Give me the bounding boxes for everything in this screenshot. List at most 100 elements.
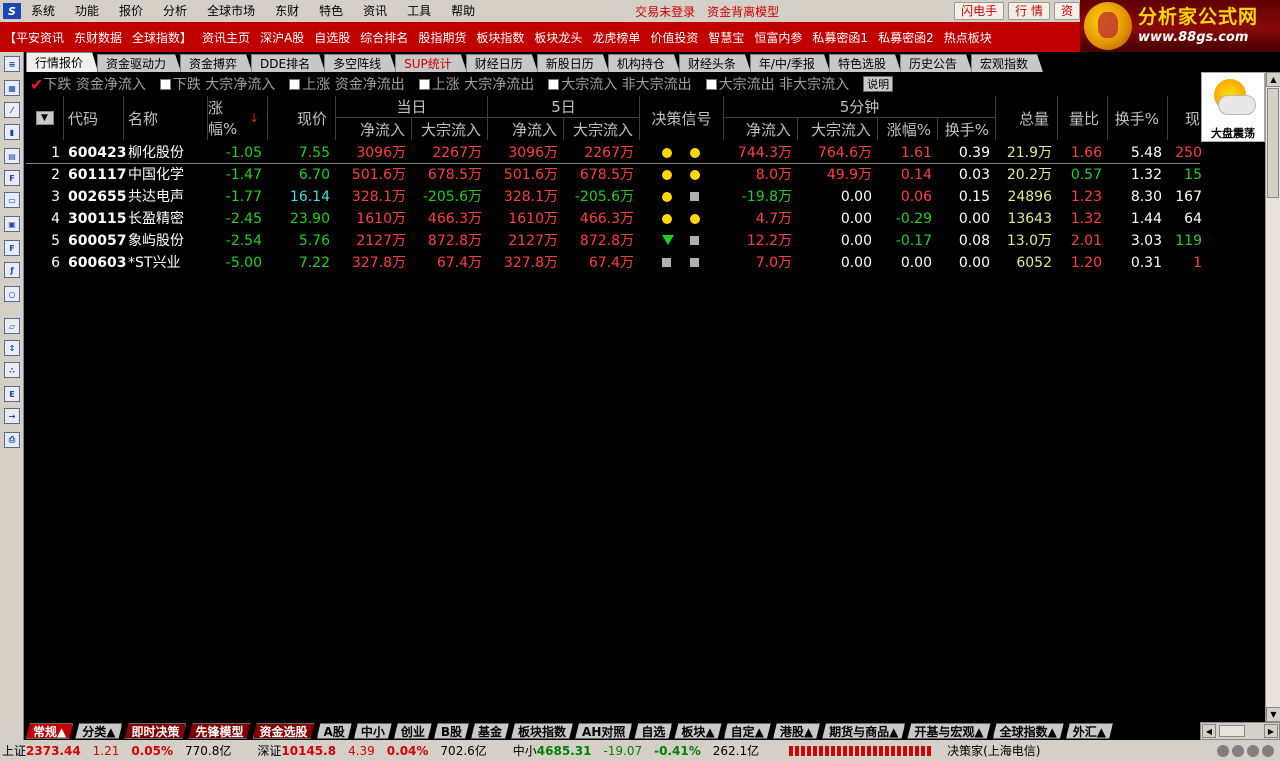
search-icon[interactable]: ○ <box>4 286 20 302</box>
btab-a-shares[interactable]: A股 <box>317 723 352 739</box>
filter-fall-block-inflow[interactable]: 下跌 大宗净流入 <box>158 74 275 94</box>
filter-block-in-nonblock-out[interactable]: 大宗流入 非大宗流出 <box>546 74 692 94</box>
menu-analysis[interactable]: 分析 <box>153 0 197 22</box>
fund-divergence-link[interactable]: 资金背离模型 <box>707 3 779 20</box>
checkbox[interactable] <box>418 78 430 90</box>
link-pingan-info[interactable]: 【平安资讯 <box>0 29 69 46</box>
btab-funds[interactable]: 基金 <box>471 723 509 739</box>
checkbox[interactable] <box>548 78 560 90</box>
tab-fund-drive[interactable]: 资金驱动力 <box>97 54 181 72</box>
explain-button[interactable]: 说明 <box>863 76 894 92</box>
table-row[interactable]: 5 600057 象屿股份 -2.54 5.76 2127万 872.8万 2127万 872.… <box>26 230 1202 252</box>
vertical-scrollbar[interactable]: ▲ ▼ <box>1265 72 1280 722</box>
tab-bull-bear[interactable]: 多空阵线 <box>324 54 396 72</box>
market-weather-widget[interactable]: 大盘震荡 <box>1201 72 1265 142</box>
header-today-net[interactable]: 净流入 <box>336 118 412 140</box>
header-5min-change[interactable]: 涨幅% <box>878 118 938 140</box>
trade-login-link[interactable]: 交易未登录 <box>635 3 695 20</box>
btab-hk-stocks[interactable]: 港股▲ <box>773 723 820 739</box>
checkbox[interactable] <box>705 78 717 90</box>
link-dragon-tiger[interactable]: 龙虎榜单 <box>587 29 645 46</box>
etf-icon[interactable]: E <box>4 386 20 402</box>
menu-system[interactable]: 系统 <box>25 0 65 22</box>
tab-ipo-calendar[interactable]: 新股日历 <box>537 54 609 72</box>
filter-fall-fund-inflow[interactable]: ✔ 下跌 资金净流入 <box>26 74 146 94</box>
menu-global-market[interactable]: 全球市场 <box>197 0 265 22</box>
btab-futures[interactable]: 期货与商品▲ <box>822 723 905 739</box>
btab-regular[interactable]: 常规▲ <box>26 723 73 739</box>
tab-headlines[interactable]: 财经头条 <box>679 54 751 72</box>
kline-icon[interactable]: ▮ <box>4 124 20 140</box>
btab-custom[interactable]: 自定▲ <box>724 723 771 739</box>
tab-dde-rank[interactable]: DDE排名 <box>251 54 325 72</box>
btab-funds-macro[interactable]: 开基与宏观▲ <box>907 723 990 739</box>
column-menu-button[interactable]: ▼ <box>35 111 54 125</box>
menu-special[interactable]: 特色 <box>309 0 353 22</box>
tab-history-notice[interactable]: 历史公告 <box>900 54 972 72</box>
header-5min-block[interactable]: 大宗流入 <box>798 118 878 140</box>
formula-icon[interactable]: ƒ <box>4 262 20 278</box>
quote-list-icon[interactable]: ≡ <box>4 56 20 72</box>
menu-function[interactable]: 功能 <box>65 0 109 22</box>
btab-fund-picks[interactable]: 资金选股 <box>253 723 315 739</box>
alert-icon[interactable] <box>1262 744 1274 757</box>
link-zhihuibao[interactable]: 智慧宝 <box>703 29 749 46</box>
f12-icon[interactable]: F <box>4 240 20 256</box>
header-current-volume[interactable]: 现 <box>1168 96 1208 140</box>
btab-global-index[interactable]: 全球指数▲ <box>993 723 1064 739</box>
filter-block-out-nonblock-in[interactable]: 大宗流出 非大宗流入 <box>704 74 849 94</box>
header-name[interactable]: 名称 <box>124 96 208 140</box>
report-icon[interactable]: ▤ <box>4 148 20 164</box>
flash-trade-button[interactable]: 闪电手 <box>954 2 1005 20</box>
table-row[interactable]: 1 600423 柳化股份 -1.05 7.55 3096万 2267万 3096万 2267万… <box>26 142 1202 164</box>
header-volume-ratio[interactable]: 量比 <box>1058 96 1108 140</box>
sort-icon[interactable]: ↕ <box>4 340 20 356</box>
tab-special-picks[interactable]: 特色选股 <box>829 54 901 72</box>
btab-category[interactable]: 分类▲ <box>75 723 122 739</box>
tab-institution-holdings[interactable]: 机构持仓 <box>608 54 680 72</box>
document-icon[interactable]: ▭ <box>4 192 20 208</box>
scatter-icon[interactable]: ∴ <box>4 362 20 378</box>
checkbox[interactable] <box>289 78 301 90</box>
header-5day-block[interactable]: 大宗流入 <box>564 118 640 140</box>
checkbox[interactable] <box>159 78 171 90</box>
link-global-index[interactable]: 全球指数】 <box>127 29 197 46</box>
btab-watchlist[interactable]: 自选 <box>634 723 672 739</box>
btab-ah-compare[interactable]: AH对照 <box>575 723 632 739</box>
header-code[interactable]: 代码 <box>64 96 124 140</box>
btab-chinext[interactable]: 创业 <box>394 723 432 739</box>
tab-fund-game[interactable]: 资金搏弈 <box>180 54 252 72</box>
header-5min-turnover[interactable]: 换手% <box>938 118 996 140</box>
link-info-home[interactable]: 资讯主页 <box>197 29 255 46</box>
print-icon[interactable]: ⎙ <box>4 432 20 448</box>
menu-tools[interactable]: 工具 <box>397 0 441 22</box>
folder-icon[interactable]: ▱ <box>4 318 20 334</box>
tab-macro-index[interactable]: 宏观指数 <box>971 54 1043 72</box>
menu-eastmoney[interactable]: 东财 <box>265 0 309 22</box>
filter-rise-block-outflow[interactable]: 上涨 大宗净流出 <box>417 74 534 94</box>
index-shanghai[interactable]: 上证 2373.44 1.21 0.05% 770.8亿 <box>2 742 243 759</box>
scroll-left-icon[interactable]: ◀ <box>1202 724 1216 738</box>
header-5min-net[interactable]: 净流入 <box>724 118 798 140</box>
header-price[interactable]: 现价 <box>268 96 336 140</box>
btab-sme[interactable]: 中小 <box>354 723 392 739</box>
scroll-up-icon[interactable]: ▲ <box>1266 72 1280 87</box>
index-sme[interactable]: 中小 4685.31 -19.07 -0.41% 262.1亿 <box>513 742 771 759</box>
calendar-icon[interactable]: ▣ <box>4 216 20 232</box>
grid-icon[interactable]: ▦ <box>4 80 20 96</box>
f10-icon[interactable]: F <box>4 170 20 186</box>
network-icon[interactable] <box>1217 744 1229 757</box>
tab-quotes[interactable]: 行情报价 <box>26 52 98 72</box>
quote-button[interactable]: 行 情 <box>1008 2 1050 20</box>
link-sector-index[interactable]: 板块指数 <box>471 29 529 46</box>
header-signal[interactable]: 决策信号 <box>640 96 724 140</box>
link-eastmoney-data[interactable]: 东财数据 <box>69 29 127 46</box>
link-value-investing[interactable]: 价值投资 <box>645 29 703 46</box>
scroll-right-icon[interactable]: ▶ <box>1264 724 1278 738</box>
btab-sector-index[interactable]: 板块指数 <box>511 723 573 739</box>
link-sector-leaders[interactable]: 板块龙头 <box>529 29 587 46</box>
header-volume[interactable]: 总量 <box>996 96 1058 140</box>
btab-pioneer-model[interactable]: 先锋模型 <box>188 723 250 739</box>
link-ranking[interactable]: 综合排名 <box>355 29 413 46</box>
link-a-shares[interactable]: 深沪A股 <box>255 29 309 46</box>
